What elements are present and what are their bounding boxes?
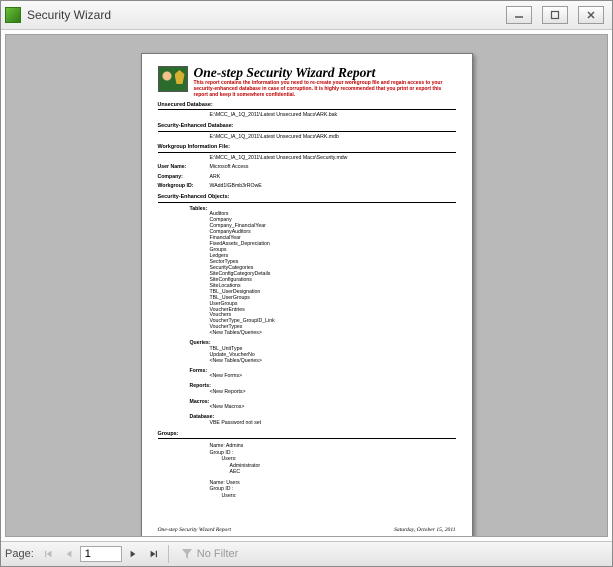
- window-buttons: [506, 6, 608, 24]
- rule: [158, 131, 456, 132]
- user-name-label: User Name:: [158, 164, 210, 171]
- no-filter-label: No Filter: [197, 548, 239, 560]
- record-navigator: Page: No Filter: [1, 541, 612, 566]
- filter-icon: [181, 548, 193, 560]
- rule: [158, 152, 456, 153]
- report-warning: This report contains the information you…: [194, 80, 454, 98]
- tables-list: AuditorsCompanyCompany_FinancialYearComp…: [210, 212, 456, 337]
- rule: [158, 109, 456, 110]
- reports-list: <New Reports>: [210, 390, 456, 396]
- close-button[interactable]: [578, 6, 604, 24]
- wizard-icon: [158, 66, 188, 92]
- groups-list: Name: AdminsGroup ID : Users:Administrat…: [158, 443, 456, 499]
- unsecured-db-label: Unsecured Database:: [158, 102, 456, 109]
- app-icon: [5, 7, 21, 23]
- minimize-button[interactable]: [506, 6, 532, 24]
- separator: [168, 545, 169, 563]
- titlebar: Security Wizard: [1, 1, 612, 30]
- maximize-button[interactable]: [542, 6, 568, 24]
- last-page-icon: [149, 550, 157, 558]
- window-title: Security Wizard: [27, 8, 506, 22]
- report-page: One-step Security Wizard Report This rep…: [141, 53, 473, 537]
- company-value: ARK: [210, 174, 456, 181]
- list-item: <New Tables/Queries>: [210, 331, 456, 337]
- list-item: <New Tables/Queries>: [210, 359, 456, 365]
- workgroup-id-value: WAdd1lGBmb3rROwE: [210, 183, 456, 190]
- groups-label: Groups:: [158, 431, 456, 438]
- list-item: <New Macros>: [210, 405, 456, 411]
- forms-list: <New Forms>: [210, 374, 456, 380]
- secured-db-label: Security-Enhanced Database:: [158, 123, 456, 130]
- report-title: One-step Security Wizard Report: [194, 66, 454, 80]
- first-page-button[interactable]: [40, 545, 58, 563]
- group-entry: Name: UsersGroup ID : Users:: [210, 480, 456, 500]
- workgroup-id-label: Workgroup ID:: [158, 183, 210, 190]
- company-label: Company:: [158, 174, 210, 181]
- footer-right: Saturday, October 15, 2011: [394, 527, 455, 534]
- group-user: AEC: [230, 469, 456, 476]
- close-icon: [586, 10, 596, 20]
- app-window: Security Wizard One-step Security Wizard…: [0, 0, 613, 567]
- workgroup-file-value: E:\MCC_IA_1Q_2011\Latest Unsecured Macs\…: [210, 155, 456, 162]
- first-page-icon: [45, 550, 53, 558]
- workgroup-file-label: Workgroup Information File:: [158, 144, 456, 151]
- rule: [158, 202, 456, 203]
- group-users-label: Users:: [222, 493, 456, 500]
- no-filter-button[interactable]: No Filter: [175, 544, 245, 564]
- secured-db-value: E:\MCC_IA_1Q_2011\Latest Unsecured Macs\…: [210, 134, 456, 141]
- prev-page-button[interactable]: [60, 545, 78, 563]
- group-entry: Name: AdminsGroup ID : Users:Administrat…: [210, 443, 456, 476]
- page-label: Page:: [5, 548, 34, 560]
- current-page-input[interactable]: [80, 546, 122, 562]
- footer-left: One-step Security Wizard Report: [158, 527, 232, 534]
- maximize-icon: [550, 10, 560, 20]
- user-name-value: Microsoft Access: [210, 164, 456, 171]
- print-preview-area[interactable]: One-step Security Wizard Report This rep…: [5, 34, 608, 537]
- minimize-icon: [514, 10, 524, 20]
- rule: [158, 438, 456, 439]
- sec-objects-label: Security-Enhanced Objects:: [158, 194, 456, 201]
- prev-page-icon: [65, 550, 73, 558]
- queries-list: TBL_UnitTypeUpdate_VoucherNo<New Tables/…: [210, 347, 456, 365]
- list-item: <New Forms>: [210, 374, 456, 380]
- unsecured-db-value: E:\MCC_IA_1Q_2011\Latest Unsecured Macs\…: [210, 112, 456, 119]
- list-item: <New Reports>: [210, 390, 456, 396]
- next-page-icon: [129, 550, 137, 558]
- last-page-button[interactable]: [144, 545, 162, 563]
- next-page-button[interactable]: [124, 545, 142, 563]
- database-value: VBE Password not set: [210, 421, 456, 427]
- macros-list: <New Macros>: [210, 405, 456, 411]
